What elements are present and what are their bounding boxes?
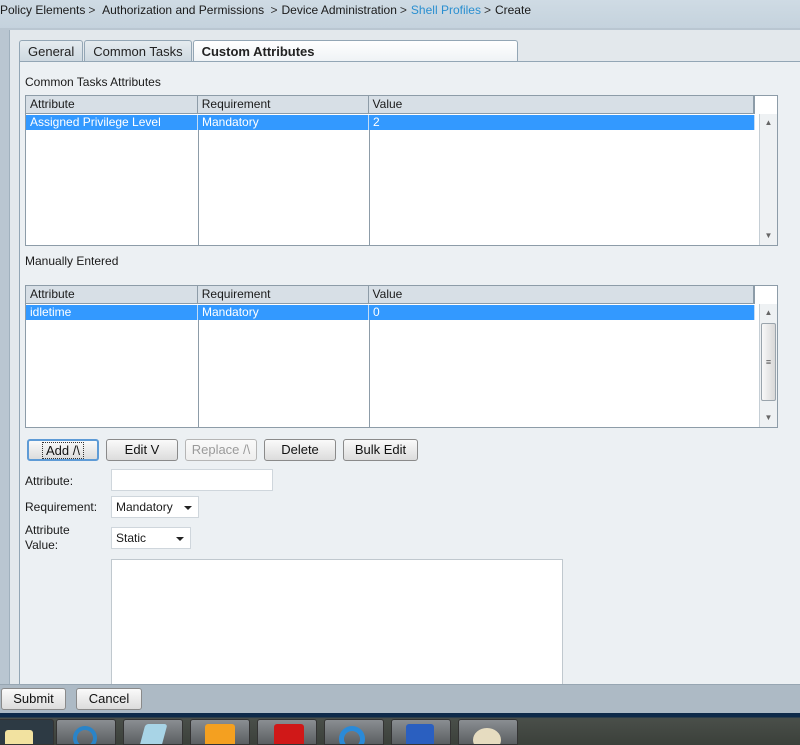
edit-button[interactable]: Edit V — [106, 439, 178, 461]
breadcrumb-separator: > — [483, 3, 491, 17]
column-divider — [369, 130, 370, 245]
column-divider — [369, 320, 370, 427]
taskbar-item-word-app[interactable] — [391, 719, 451, 745]
taskbar-item-internet-explorer[interactable] — [324, 719, 384, 745]
breadcrumb-policy-elements: Policy Elements — [0, 3, 86, 17]
requirement-select[interactable]: Mandatory — [111, 496, 199, 518]
requirement-selected-value: Mandatory — [116, 500, 173, 514]
cell-value: 2 — [369, 115, 755, 130]
manually-entered-grid: Attribute Requirement Value idletime Man… — [25, 285, 778, 428]
taskbar-item-media-app[interactable] — [56, 719, 116, 745]
table-row[interactable]: idletime Mandatory 0 — [26, 305, 755, 320]
delete-button[interactable]: Delete — [264, 439, 336, 461]
attribute-value-label: Attribute Value: — [25, 523, 70, 553]
taskbar-item-outlook-app[interactable] — [190, 719, 250, 745]
column-header-requirement[interactable]: Requirement — [198, 286, 369, 303]
vertical-scrollbar[interactable]: ▲ ≡ ▼ — [759, 304, 777, 427]
cell-requirement: Mandatory — [198, 305, 369, 320]
notepad-icon — [138, 724, 168, 744]
attribute-value-type-selected: Static — [116, 531, 147, 545]
column-header-attribute[interactable]: Attribute — [26, 96, 198, 113]
tab-strip: General Common Tasks Custom Attributes — [19, 40, 519, 62]
tab-general[interactable]: General — [19, 40, 84, 62]
scroll-up-arrow-icon[interactable]: ▲ — [760, 306, 777, 320]
tab-custom-attributes[interactable]: Custom Attributes — [192, 40, 518, 62]
grid-header: Attribute Requirement Value — [26, 286, 755, 304]
column-divider — [198, 130, 199, 245]
cell-attribute: Assigned Privilege Level — [26, 115, 198, 130]
folder-icon — [5, 730, 33, 744]
attribute-input[interactable] — [111, 469, 273, 491]
column-divider — [198, 320, 199, 427]
paint-palette-icon — [473, 728, 501, 744]
footer-bar: Submit Cancel — [0, 684, 800, 713]
breadcrumb-separator: > — [270, 3, 278, 17]
common-tasks-attributes-title: Common Tasks Attributes — [25, 75, 161, 89]
outlook-icon — [205, 724, 235, 744]
breadcrumb-device-administration: Device Administration — [281, 3, 397, 17]
scroll-down-arrow-icon[interactable]: ▼ — [760, 229, 777, 243]
submit-button[interactable]: Submit — [1, 688, 66, 710]
add-button[interactable]: Add /\ — [27, 439, 99, 461]
cell-requirement: Mandatory — [198, 115, 369, 130]
pdf-icon — [274, 724, 304, 744]
breadcrumb-separator: > — [88, 3, 96, 17]
windows-taskbar — [0, 713, 800, 745]
taskbar-item-windows-explorer[interactable] — [0, 719, 54, 745]
chevron-down-icon — [184, 506, 192, 510]
breadcrumb-authorization: Authorization and Permissions — [102, 3, 265, 17]
replace-button[interactable]: Replace /\ — [185, 439, 257, 461]
column-header-value[interactable]: Value — [369, 286, 754, 303]
tab-common-tasks[interactable]: Common Tasks — [84, 40, 192, 62]
internet-explorer-icon — [339, 726, 365, 744]
word-icon — [406, 724, 434, 744]
breadcrumb-create: Create — [494, 3, 531, 17]
attribute-value-label-line2: Value: — [25, 538, 59, 552]
media-icon — [73, 726, 97, 744]
attribute-value-label-line1: Attribute — [25, 523, 70, 537]
column-header-value[interactable]: Value — [369, 96, 754, 113]
column-header-requirement[interactable]: Requirement — [198, 96, 369, 113]
taskbar-item-paint-app[interactable] — [458, 719, 518, 745]
cancel-button[interactable]: Cancel — [76, 688, 142, 710]
attribute-value-type-select[interactable]: Static — [111, 527, 191, 549]
column-header-attribute[interactable]: Attribute — [26, 286, 198, 303]
bulk-edit-button[interactable]: Bulk Edit — [343, 439, 418, 461]
taskbar-item-notepad-app[interactable] — [123, 719, 183, 745]
vertical-scrollbar[interactable]: ▲ ▼ — [759, 114, 777, 245]
requirement-label: Requirement: — [25, 500, 98, 514]
common-tasks-grid: Attribute Requirement Value Assigned Pri… — [25, 95, 778, 246]
breadcrumb-separator: > — [399, 3, 407, 17]
add-button-label: Add /\ — [42, 442, 84, 459]
taskbar-item-acrobat-reader[interactable] — [257, 719, 317, 745]
grid-header: Attribute Requirement Value — [26, 96, 755, 114]
scroll-down-arrow-icon[interactable]: ▼ — [760, 411, 777, 425]
manually-entered-title: Manually Entered — [25, 254, 119, 268]
attribute-value-textarea[interactable] — [111, 559, 563, 685]
cell-value: 0 — [369, 305, 755, 320]
scroll-up-arrow-icon[interactable]: ▲ — [760, 116, 777, 130]
chevron-down-icon — [176, 537, 184, 541]
breadcrumb: Policy Elements > Authorization and Permi… — [0, 3, 534, 17]
attribute-label: Attribute: — [25, 474, 74, 488]
breadcrumb-shell-profiles-link[interactable]: Shell Profiles — [411, 3, 481, 17]
scrollbar-thumb[interactable]: ≡ — [761, 323, 776, 401]
table-row[interactable]: Assigned Privilege Level Mandatory 2 — [26, 115, 755, 130]
cell-attribute: idletime — [26, 305, 198, 320]
